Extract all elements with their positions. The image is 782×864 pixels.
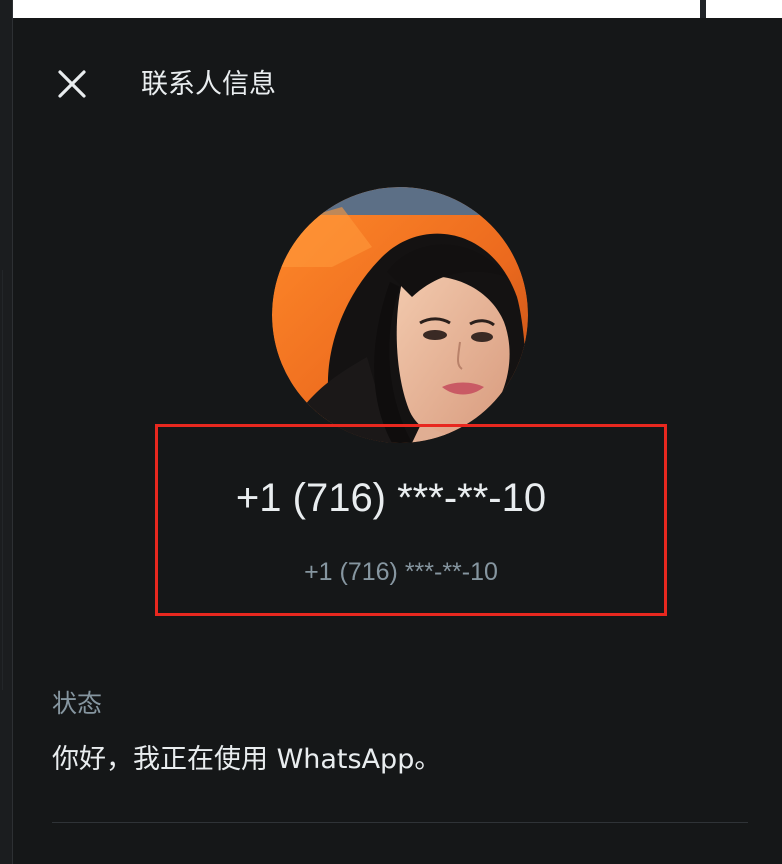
about-label: 状态 — [52, 689, 103, 718]
contact-phone-number: +1 (716) ***-**-10 — [235, 476, 547, 520]
top-white-area — [12, 0, 700, 18]
close-button[interactable] — [52, 64, 92, 104]
profile-photo — [272, 187, 528, 443]
contact-phone-secondary: +1 (716) ***-**-10 — [304, 558, 498, 586]
page-title: 联系人信息 — [141, 69, 276, 100]
contact-info-panel: 联系人信息 +1 (716) ***-**-10 +1 (716) ***-**… — [0, 0, 782, 864]
section-divider — [52, 822, 748, 823]
avatar[interactable] — [272, 187, 528, 443]
top-white-area-right — [706, 0, 782, 18]
close-icon — [58, 70, 86, 98]
about-text[interactable]: 你好，我正在使用 WhatsApp。 — [52, 742, 441, 778]
top-strip — [0, 0, 782, 18]
panel-header: 联系人信息 — [12, 18, 782, 150]
